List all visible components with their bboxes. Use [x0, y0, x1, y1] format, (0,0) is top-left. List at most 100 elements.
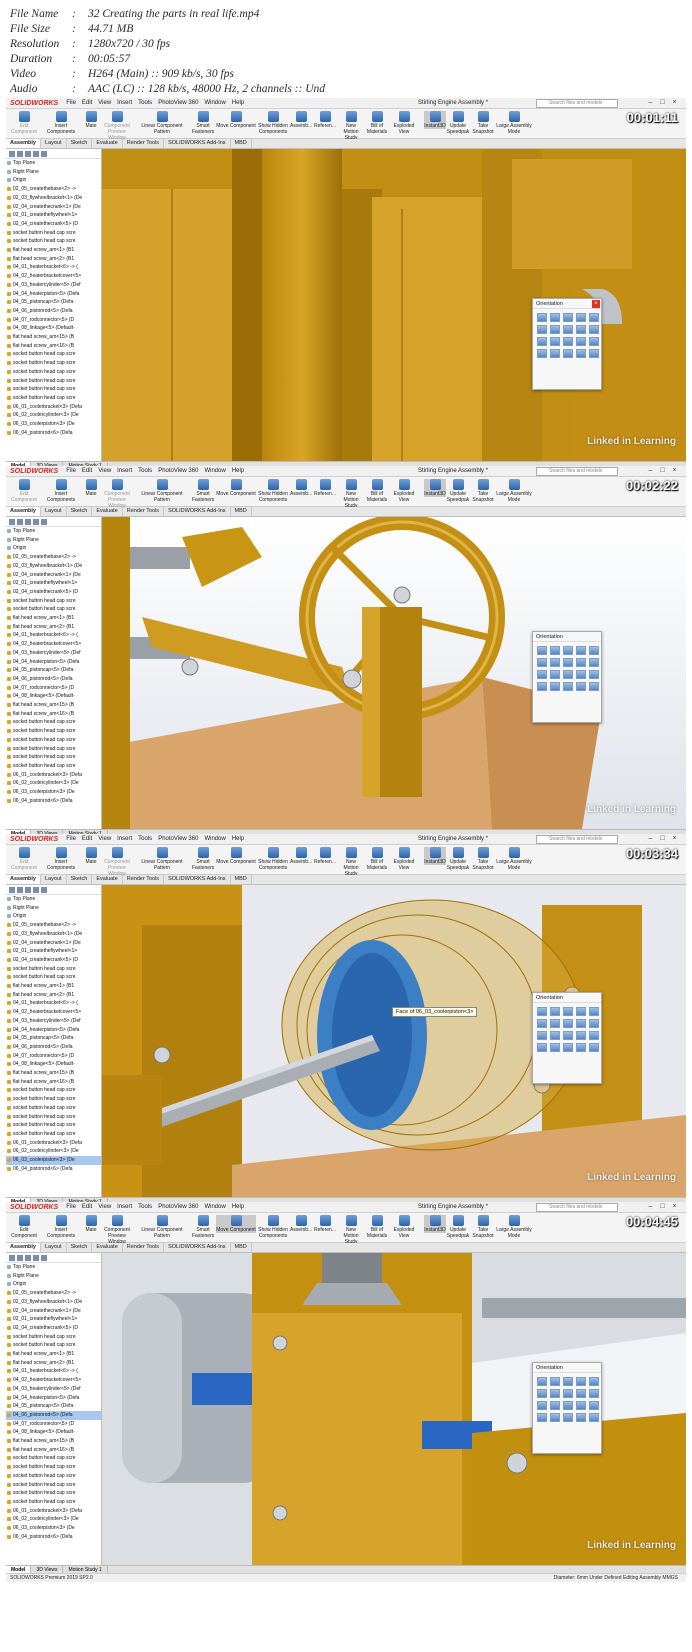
tree-item[interactable]: 04_02_heaterbracketcover<5>	[6, 640, 101, 649]
view-orientation-icon[interactable]	[589, 325, 599, 334]
tab-assembly[interactable]: Assembly	[6, 139, 41, 148]
tree-item[interactable]: Origin	[6, 544, 101, 553]
view-orientation-icon[interactable]	[589, 646, 599, 655]
view-orientation-icon[interactable]	[563, 1389, 573, 1398]
maximize-icon[interactable]: □	[658, 1203, 667, 1211]
view-orientation-icon[interactable]	[576, 670, 586, 679]
tree-item[interactable]: 04_05_pistoncap<5> (Defa	[6, 1402, 101, 1411]
tree-item[interactable]: Right Plane	[6, 904, 101, 913]
tree-item[interactable]: Top Plane	[6, 527, 101, 536]
tree-item[interactable]: flat head screw_am<15> (B	[6, 1437, 101, 1446]
tree-item[interactable]: socket button head cap scre	[6, 359, 101, 368]
graphics-viewport[interactable]: Orientation × Linked in Learning	[102, 149, 686, 461]
view-orientation-icon[interactable]	[576, 1389, 586, 1398]
view-orientation-icon[interactable]	[576, 1401, 586, 1410]
view-orientation-icon[interactable]	[563, 349, 573, 358]
view-orientation-icon[interactable]	[576, 1377, 586, 1386]
tab-sketch[interactable]: Sketch	[67, 507, 93, 516]
tree-item[interactable]: 04_04_heaterpiston<5> (Defa	[6, 1394, 101, 1403]
tree-item[interactable]: flat head screw_am<2> (B1	[6, 255, 101, 264]
tree-item[interactable]: 02_04_createthecrank<5> (D	[6, 588, 101, 597]
toolbar-new-motion-study-button[interactable]: New Motion Study	[338, 479, 364, 509]
tree-item[interactable]: flat head screw_am<2> (B1	[6, 1359, 101, 1368]
tree-item[interactable]: 06_01_coolerbracket<3> (Defa	[6, 1507, 101, 1516]
view-orientation-icon[interactable]	[550, 313, 560, 322]
toolbar-large-assembly-mode-button[interactable]: Large Assembly Mode	[494, 479, 534, 503]
toolbar-update-speedpak-button[interactable]: Update Speedpak	[446, 479, 470, 503]
graphics-viewport[interactable]: Orientation Linked in Learning	[102, 1253, 686, 1565]
toolbar-take-snapshot-button[interactable]: Take Snapshot	[472, 1215, 494, 1239]
tree-item[interactable]: socket button head cap scre	[6, 1498, 101, 1507]
tree-item[interactable]: socket button head cap scre	[6, 973, 101, 982]
toolbar-show-hidden-components-button[interactable]: Show Hidden Components	[258, 847, 288, 871]
display-manager-icon[interactable]	[41, 150, 47, 157]
menu-item-help[interactable]: Help	[232, 100, 244, 106]
tree-item[interactable]: 02_03_flywheelbracket<1> (De	[6, 930, 101, 939]
toolbar-insert-components-button[interactable]: Insert Components	[40, 479, 82, 503]
tree-item[interactable]: 04_05_pistoncap<5> (Defa	[6, 1034, 101, 1043]
orientation-dialog[interactable]: Orientation	[532, 631, 602, 723]
tree-item[interactable]: socket button head cap scre	[6, 1121, 101, 1130]
view-orientation-icon[interactable]	[563, 658, 573, 667]
tree-item[interactable]: 04_07_rodconnector<5> (D	[6, 684, 101, 693]
menu-item-help[interactable]: Help	[232, 1204, 244, 1210]
tree-item[interactable]: 04_07_rodconnector<5> (D	[6, 1420, 101, 1429]
toolbar-new-motion-study-button[interactable]: New Motion Study	[338, 111, 364, 141]
view-orientation-icon[interactable]	[537, 1007, 547, 1016]
tree-item[interactable]: 06_04_pistonrod<6> (Defa	[6, 1533, 101, 1542]
toolbar-take-snapshot-button[interactable]: Take Snapshot	[472, 111, 494, 135]
view-orientation-icon[interactable]	[563, 670, 573, 679]
close-icon[interactable]: ×	[670, 467, 679, 475]
menu-item-tools[interactable]: Tools	[138, 100, 152, 106]
dim-xpert-icon[interactable]	[33, 886, 39, 893]
toolbar-update-speedpak-button[interactable]: Update Speedpak	[446, 111, 470, 135]
view-orientation-icon[interactable]	[589, 313, 599, 322]
menu-item-photoview-360[interactable]: PhotoView 360	[158, 836, 198, 842]
menu-item-help[interactable]: Help	[232, 836, 244, 842]
toolbar-edit-component-button[interactable]: Edit Component	[10, 479, 38, 503]
view-orientation-icon[interactable]	[537, 682, 547, 691]
maximize-icon[interactable]: □	[658, 835, 667, 843]
tab-assembly[interactable]: Assembly	[6, 507, 41, 516]
orientation-dialog[interactable]: Orientation	[532, 1362, 602, 1454]
feature-manager-icon[interactable]	[9, 150, 15, 157]
view-orientation-icon[interactable]	[537, 1401, 547, 1410]
tree-item[interactable]: Right Plane	[6, 536, 101, 545]
menu-item-file[interactable]: File	[66, 468, 76, 474]
menu-item-tools[interactable]: Tools	[138, 1204, 152, 1210]
tree-item[interactable]: socket button head cap scre	[6, 1104, 101, 1113]
menu-item-file[interactable]: File	[66, 836, 76, 842]
tree-item[interactable]: flat head screw_am<1> (B1	[6, 614, 101, 623]
menu-item-insert[interactable]: Insert	[117, 836, 132, 842]
tree-item[interactable]: 02_04_createthecrank<5> (D	[6, 220, 101, 229]
tree-item[interactable]: socket button head cap scre	[6, 1341, 101, 1350]
view-orientation-icon[interactable]	[537, 1413, 547, 1422]
tree-item[interactable]: 02_03_flywheelbracket<1> (De	[6, 194, 101, 203]
menu-item-photoview-360[interactable]: PhotoView 360	[158, 100, 198, 106]
menu-item-photoview-360[interactable]: PhotoView 360	[158, 1204, 198, 1210]
menu-item-window[interactable]: Window	[204, 100, 225, 106]
view-orientation-icon[interactable]	[589, 337, 599, 346]
tab-evaluate[interactable]: Evaluate	[92, 1243, 123, 1252]
tree-item[interactable]: 06_03_coolerpiston<3> (De	[6, 1156, 101, 1165]
tree-item[interactable]: socket button head cap scre	[6, 1086, 101, 1095]
tree-item[interactable]: 06_01_coolerbracket<3> (Defa	[6, 403, 101, 412]
tree-item[interactable]: flat head screw_am<15> (B	[6, 333, 101, 342]
view-orientation-icon[interactable]	[550, 670, 560, 679]
menu-item-tools[interactable]: Tools	[138, 468, 152, 474]
view-orientation-icon[interactable]	[537, 313, 547, 322]
toolbar-linear-component-pattern-button[interactable]: Linear Component Pattern	[134, 847, 190, 871]
toolbar-insert-components-button[interactable]: Insert Components	[40, 847, 82, 871]
view-orientation-icon[interactable]	[576, 1031, 586, 1040]
toolbar-component-preview-window-button[interactable]: Component Preview Window	[100, 847, 134, 877]
search-input[interactable]: Search files and models	[536, 835, 618, 844]
toolbar-instant3d-button[interactable]: Instant3D	[424, 111, 446, 129]
tab-render-tools[interactable]: Render Tools	[123, 507, 165, 516]
configuration-manager-icon[interactable]	[25, 1254, 31, 1261]
configuration-manager-icon[interactable]	[25, 150, 31, 157]
close-icon[interactable]: ×	[592, 300, 600, 308]
tree-item[interactable]: 04_08_linkage<5> (Default-	[6, 1060, 101, 1069]
tree-item[interactable]: Origin	[6, 176, 101, 185]
view-orientation-icon[interactable]	[576, 325, 586, 334]
toolbar-smart-fasteners-button[interactable]: Smart Fasteners	[192, 847, 214, 871]
